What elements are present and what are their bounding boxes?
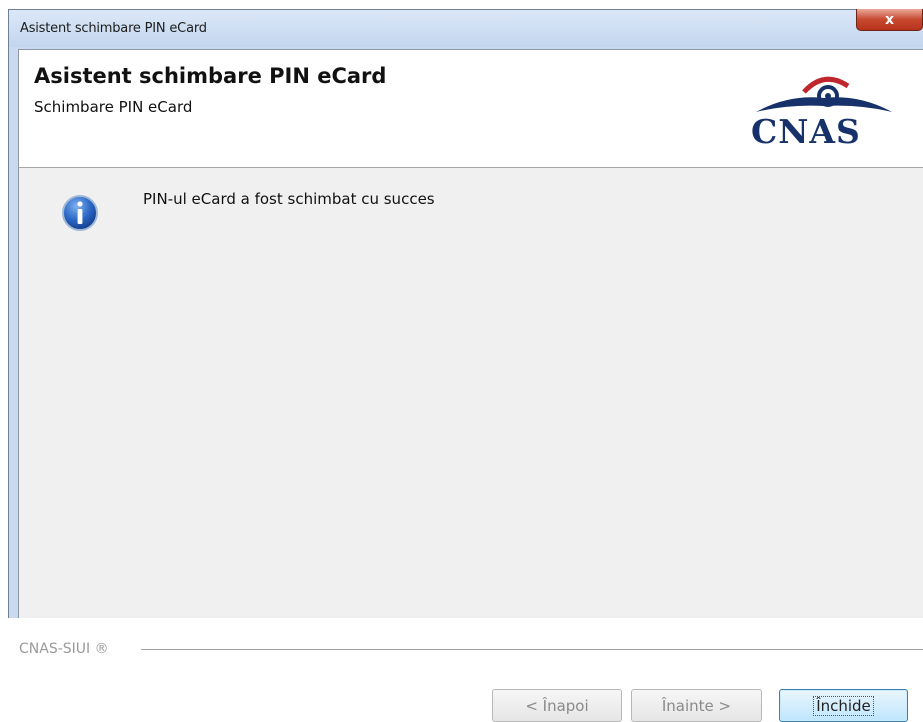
- cnas-logo: CNAS: [744, 74, 904, 152]
- wizard-header: Asistent schimbare PIN eCard Schimbare P…: [19, 50, 923, 168]
- close-icon: x: [884, 11, 895, 28]
- footer-brand: CNAS-SIUI ®: [19, 641, 109, 657]
- window-title: Asistent schimbare PIN eCard: [20, 21, 207, 36]
- footer-divider: [141, 649, 923, 651]
- window-close-button[interactable]: x: [856, 9, 923, 31]
- back-button[interactable]: < Înapoi: [492, 689, 622, 722]
- title-bar[interactable]: Asistent schimbare PIN eCard x: [9, 9, 923, 47]
- close-button-label: Închide: [813, 695, 874, 716]
- wizard-body: PIN-ul eCard a fost schimbat cu succes C…: [19, 168, 923, 722]
- close-button[interactable]: Închide: [779, 689, 908, 722]
- logo-text: CNAS: [751, 112, 861, 151]
- wizard-client-area: Asistent schimbare PIN eCard Schimbare P…: [18, 49, 923, 722]
- wizard-window: Asistent schimbare PIN eCard x Asistent …: [8, 9, 923, 722]
- page-subtitle: Schimbare PIN eCard: [34, 98, 193, 116]
- next-button[interactable]: Înainte >: [631, 689, 762, 722]
- info-icon: [62, 195, 98, 231]
- page-title: Asistent schimbare PIN eCard: [34, 64, 387, 88]
- status-message: PIN-ul eCard a fost schimbat cu succes: [143, 190, 435, 208]
